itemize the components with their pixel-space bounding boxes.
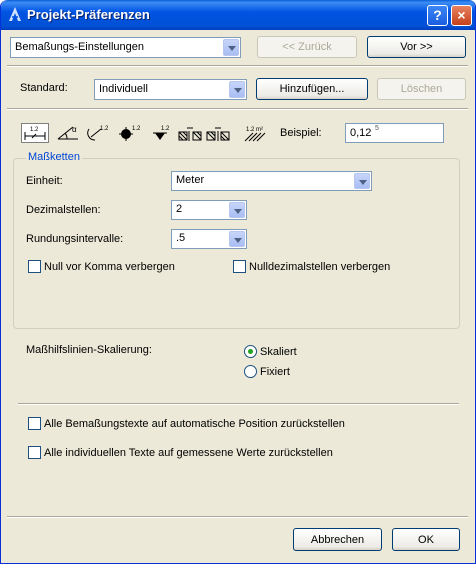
reset-texts-label[interactable]: Alle individuellen Texte auf gemessene W… — [44, 447, 333, 459]
maßketten-group-title: Maßketten — [26, 151, 82, 163]
area-dimension-text: 1.2 m² — [246, 127, 263, 133]
fixed-radio-label[interactable]: Fixiert — [260, 366, 290, 378]
unit-select-value: Meter — [176, 174, 205, 186]
title-bar[interactable]: Projekt-Präferenzen ? × — [1, 0, 475, 30]
divider — [7, 108, 468, 110]
svg-text:α: α — [72, 125, 77, 134]
divider — [7, 516, 468, 518]
standard-label: Standard: — [20, 82, 68, 94]
cancel-button-label: Abbrechen — [310, 533, 365, 546]
scaled-radio[interactable] — [244, 345, 257, 358]
hide-zero-label[interactable]: Null vor Komma verbergen — [44, 261, 175, 273]
scaled-radio-label[interactable]: Skaliert — [260, 346, 297, 358]
example-value: 0,12 — [350, 127, 372, 139]
radial-dimension-icon[interactable]: 1.2 — [85, 123, 113, 143]
chevron-down-icon[interactable] — [229, 81, 245, 98]
decimals-label: Dezimalstellen: — [26, 204, 101, 216]
door-window-dimension-icon[interactable] — [177, 123, 237, 143]
ok-button-label: OK — [418, 533, 434, 546]
example-preview: 0,12 5 — [345, 123, 444, 143]
divider — [7, 65, 468, 67]
decimals-select-value: 2 — [176, 203, 183, 215]
hide-zero-decimals-checkbox[interactable] — [233, 260, 246, 273]
level-dimension-text: 1.2 — [132, 126, 141, 132]
reset-positions-label[interactable]: Alle Bemaßungstexte auf automatische Pos… — [44, 418, 345, 430]
standard-select[interactable]: Individuell — [94, 79, 247, 100]
next-button-label: Vor >> — [400, 41, 433, 53]
dimension-tool-bar: 1.2 α 1.2 1.2 1.2 1.2 m² — [21, 123, 276, 143]
back-button-label: << Zurück — [282, 41, 332, 53]
standard-select-value: Individuell — [99, 83, 148, 95]
elevation-marker-icon[interactable]: 1.2 — [151, 123, 173, 143]
rounding-select[interactable]: .5 — [171, 229, 247, 249]
linear-dimension-text: 1.2 — [30, 127, 39, 133]
radial-dimension-text: 1.2 — [100, 126, 109, 132]
example-label: Beispiel: — [280, 127, 322, 139]
chevron-down-icon[interactable] — [229, 231, 245, 247]
delete-button[interactable]: Löschen — [377, 78, 466, 100]
divider — [18, 403, 459, 405]
scaling-label: Maßhilfslinien-Skalierung: — [26, 344, 152, 356]
add-button-label: Hinzufügen... — [279, 83, 345, 95]
dialog-content: Bemaßungs-Einstellungen << Zurück Vor >>… — [4, 30, 472, 560]
next-button[interactable]: Vor >> — [367, 36, 466, 58]
chevron-down-icon[interactable] — [354, 173, 370, 189]
hide-zero-checkbox[interactable] — [28, 260, 41, 273]
chevron-down-icon[interactable] — [229, 202, 245, 218]
archicad-logo-icon — [9, 7, 21, 21]
reset-positions-checkbox[interactable] — [28, 417, 41, 430]
unit-label: Einheit: — [26, 175, 63, 187]
unit-select[interactable]: Meter — [171, 171, 372, 191]
rounding-select-value: .5 — [176, 232, 186, 244]
decimals-select[interactable]: 2 — [171, 200, 247, 220]
reset-texts-checkbox[interactable] — [28, 446, 41, 459]
hide-zero-decimals-label[interactable]: Nulldezimalstellen verbergen — [249, 261, 390, 273]
area-dimension-icon[interactable]: 1.2 m² — [243, 123, 273, 143]
fixed-radio[interactable] — [244, 365, 257, 378]
help-button[interactable]: ? — [427, 5, 448, 26]
linear-dimension-icon[interactable]: 1.2 — [21, 123, 49, 143]
ok-button[interactable]: OK — [392, 528, 460, 551]
chevron-down-icon[interactable] — [223, 39, 239, 56]
page-select[interactable]: Bemaßungs-Einstellungen — [10, 37, 241, 58]
rounding-label: Rundungsintervalle: — [26, 233, 124, 245]
close-button[interactable]: × — [451, 5, 472, 26]
level-dimension-icon[interactable]: 1.2 — [117, 123, 145, 143]
add-button[interactable]: Hinzufügen... — [256, 78, 368, 100]
elevation-marker-text: 1.2 — [161, 126, 170, 132]
cancel-button[interactable]: Abbrechen — [293, 528, 382, 551]
window-title: Projekt-Präferenzen — [27, 7, 150, 22]
example-superscript: 5 — [375, 125, 379, 132]
dialog-window: Projekt-Präferenzen ? × Bemaßungs-Einste… — [0, 0, 476, 564]
back-button[interactable]: << Zurück — [257, 36, 357, 58]
delete-button-label: Löschen — [400, 83, 443, 95]
angle-dimension-icon[interactable]: α — [55, 123, 81, 143]
page-select-value: Bemaßungs-Einstellungen — [15, 41, 145, 53]
